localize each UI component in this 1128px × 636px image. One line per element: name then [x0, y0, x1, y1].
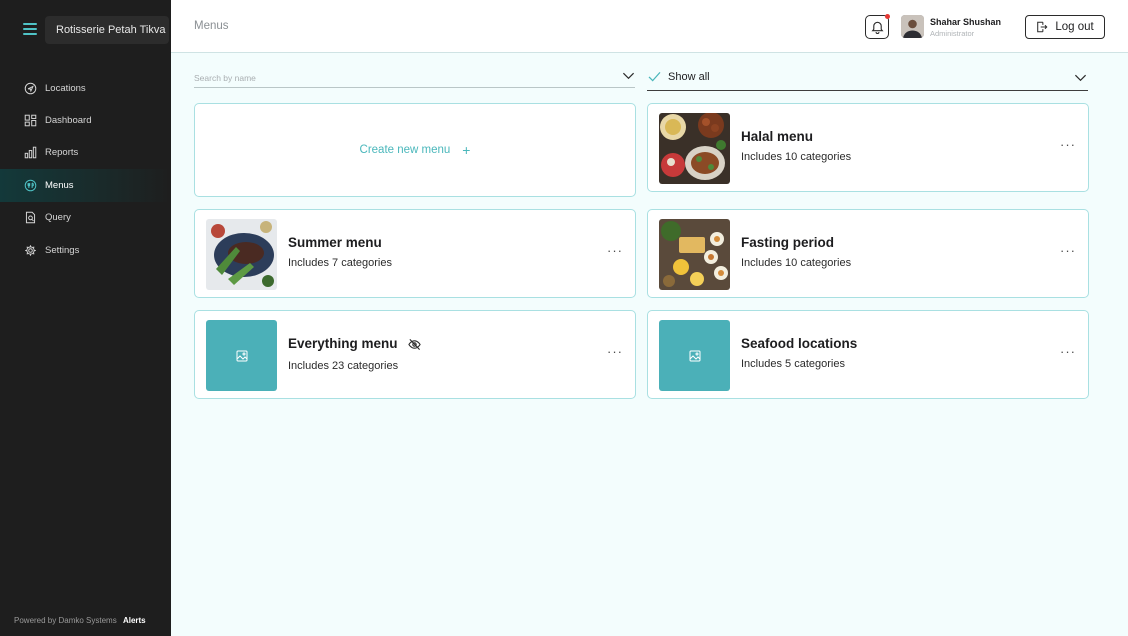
powered-by-text: Powered by Damko Systems [14, 616, 117, 625]
avatar[interactable] [901, 15, 924, 38]
location-selector[interactable]: Rotisserie Petah Tikva [45, 16, 169, 44]
menu-thumbnail [206, 219, 277, 290]
eye-off-icon [408, 339, 421, 350]
more-options-icon[interactable]: ··· [607, 244, 623, 257]
more-options-icon[interactable]: ··· [1060, 244, 1076, 257]
alerts-link[interactable]: Alerts [123, 616, 146, 625]
menu-category-count: Includes 23 categories [288, 360, 399, 372]
menu-category-count: Includes 5 categories [741, 358, 845, 370]
location-icon [24, 82, 37, 94]
create-new-menu-label: Create new menu [359, 144, 451, 156]
menu-title: Summer menu [288, 235, 382, 250]
reports-icon [24, 147, 37, 159]
user-role: Administrator [930, 29, 975, 38]
check-icon [648, 71, 661, 82]
logout-button[interactable]: Log out [1025, 15, 1105, 39]
page-title: Menus [194, 20, 229, 32]
menu-card-fasting-period[interactable]: Fasting period Includes 10 categories ··… [647, 209, 1089, 298]
search-field[interactable] [194, 68, 635, 88]
menu-category-count: Includes 10 categories [741, 257, 852, 269]
plus-icon: + [462, 142, 471, 158]
menu-card-seafood-locations[interactable]: Seafood locations Includes 5 categories … [647, 310, 1089, 399]
chevron-down-icon[interactable] [1074, 71, 1087, 84]
hamburger-menu-icon[interactable] [23, 23, 37, 37]
sidebar-item-query[interactable]: Query [0, 202, 171, 234]
chevron-down-icon[interactable] [622, 69, 635, 82]
menu-title: Everything menu [288, 336, 398, 351]
menu-thumbnail [659, 113, 730, 184]
sidebar-item-label: Menus [45, 179, 74, 191]
menu-card-halal[interactable]: Halal menu Includes 10 categories ··· [647, 103, 1089, 192]
sidebar: Rotisserie Petah Tikva Locations Dashboa… [0, 0, 171, 636]
menus-icon [24, 179, 37, 192]
visibility-filter-select[interactable]: Show all [647, 68, 1088, 91]
logout-icon [1037, 21, 1048, 33]
notifications-button[interactable] [865, 14, 890, 39]
top-header: Menus Shahar Shushan Administrator Log o… [171, 0, 1128, 53]
menu-title: Seafood locations [741, 336, 858, 351]
dashboard-icon [24, 114, 37, 127]
image-placeholder-icon [689, 350, 700, 361]
food-photo-icon [659, 219, 730, 290]
sidebar-footer: Powered by Damko Systems Alerts [14, 616, 146, 625]
search-input[interactable] [194, 70, 594, 86]
sidebar-item-label: Settings [45, 244, 80, 256]
sidebar-item-settings[interactable]: Settings [0, 234, 171, 266]
user-name: Shahar Shushan [930, 17, 1002, 27]
notification-dot [885, 14, 890, 19]
logout-label: Log out [1055, 21, 1094, 33]
food-photo-icon [659, 113, 730, 184]
sidebar-item-label: Query [45, 212, 71, 224]
sidebar-item-dashboard[interactable]: Dashboard [0, 104, 171, 136]
menu-title: Halal menu [741, 129, 814, 144]
image-placeholder-icon [236, 350, 247, 361]
sidebar-item-reports[interactable]: Reports [0, 137, 171, 169]
sidebar-item-menus[interactable]: Menus [0, 169, 171, 202]
more-options-icon[interactable]: ··· [607, 345, 623, 358]
menu-thumbnail [659, 219, 730, 290]
menu-thumbnail-placeholder [206, 320, 277, 391]
menu-category-count: Includes 10 categories [741, 151, 852, 163]
sidebar-item-label: Locations [45, 82, 86, 94]
menu-category-count: Includes 7 categories [288, 257, 392, 269]
menu-title: Fasting period [741, 235, 835, 250]
sidebar-item-locations[interactable]: Locations [0, 72, 171, 104]
sidebar-item-label: Dashboard [45, 115, 92, 127]
more-options-icon[interactable]: ··· [1060, 345, 1076, 358]
query-icon [25, 211, 36, 224]
menu-card-everything[interactable]: Everything menu Includes 23 categories ·… [194, 310, 636, 399]
user-photo-icon [901, 15, 924, 38]
menu-card-summer[interactable]: Summer menu Includes 7 categories ··· [194, 209, 636, 298]
create-new-menu-button[interactable]: Create new menu + [194, 103, 636, 197]
bell-icon [871, 21, 883, 34]
sidebar-item-label: Reports [45, 147, 79, 159]
menu-thumbnail-placeholder [659, 320, 730, 391]
food-photo-icon [206, 219, 277, 290]
more-options-icon[interactable]: ··· [1060, 138, 1076, 151]
sidebar-nav: Locations Dashboard Reports Menus Query … [0, 72, 171, 266]
settings-icon [25, 244, 36, 256]
filter-selected-value: Show all [668, 71, 710, 83]
